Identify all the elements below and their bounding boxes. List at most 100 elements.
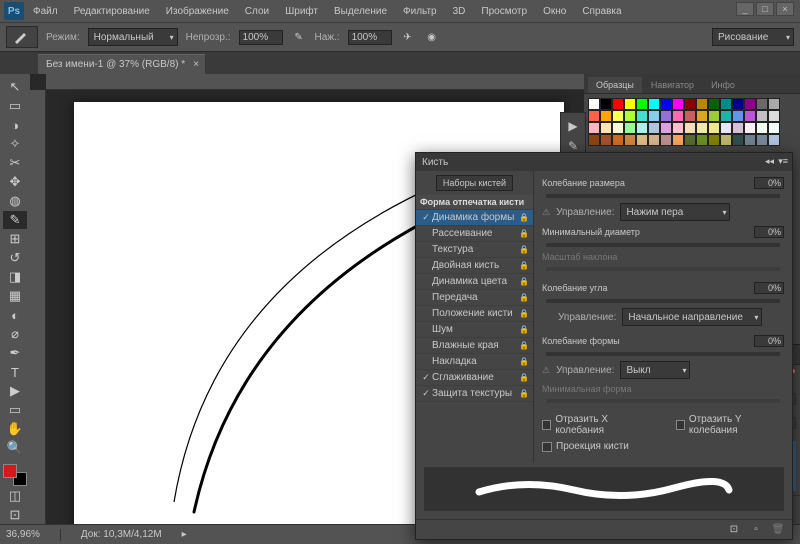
angle-jitter-slider[interactable] xyxy=(546,299,780,303)
toggle-preview-icon[interactable]: ⊡ xyxy=(726,522,742,538)
eraser-tool[interactable]: ◨ xyxy=(3,268,27,286)
pen-tool[interactable]: ✒ xyxy=(3,344,27,362)
gradient-tool[interactable]: ▦ xyxy=(3,287,27,305)
swatch[interactable] xyxy=(600,134,612,146)
swatch[interactable] xyxy=(768,134,780,146)
blur-tool[interactable]: ◐ xyxy=(3,306,27,324)
dodge-tool[interactable]: ⌀ xyxy=(3,325,27,343)
ruler-horizontal[interactable] xyxy=(46,74,584,90)
brush-setting-item[interactable]: ✓Сглаживание🔒 xyxy=(416,370,533,386)
brush-setting-item[interactable]: Рассеивание🔒 xyxy=(416,226,533,242)
swatch[interactable] xyxy=(768,110,780,122)
swatch[interactable] xyxy=(768,98,780,110)
swatch[interactable] xyxy=(756,134,768,146)
blend-mode-dropdown[interactable]: Нормальный xyxy=(88,28,178,46)
trash-icon[interactable]: 🗑 xyxy=(770,522,786,538)
flow-input[interactable]: 100% xyxy=(348,30,392,45)
screenmode-tool[interactable]: ⊡ xyxy=(3,506,27,524)
color-swatches[interactable] xyxy=(3,464,27,486)
hand-tool[interactable]: ✋ xyxy=(3,420,27,438)
swatch[interactable] xyxy=(720,134,732,146)
brush-tip-shape-header[interactable]: Форма отпечатка кисти xyxy=(416,195,533,210)
size-jitter-slider[interactable] xyxy=(546,194,780,198)
status-chevron-icon[interactable]: ▸ xyxy=(182,529,187,540)
swatch[interactable] xyxy=(660,122,672,134)
swatch[interactable] xyxy=(660,110,672,122)
swatch[interactable] xyxy=(636,110,648,122)
swatch[interactable] xyxy=(756,98,768,110)
swatch[interactable] xyxy=(624,98,636,110)
history-brush-tool[interactable]: ↺ xyxy=(3,249,27,267)
swatch[interactable] xyxy=(732,98,744,110)
menu-3d[interactable]: 3D xyxy=(446,3,473,20)
flip-x-checkbox[interactable]: Отразить X колебания xyxy=(542,414,651,436)
swatch[interactable] xyxy=(588,122,600,134)
roundness-jitter-value[interactable]: 0% xyxy=(754,335,784,347)
document-tab[interactable]: Без имени-1 @ 37% (RGB/8) * xyxy=(38,54,205,74)
swatch[interactable] xyxy=(588,98,600,110)
swatch[interactable] xyxy=(648,122,660,134)
swatch[interactable] xyxy=(744,110,756,122)
swatch[interactable] xyxy=(708,122,720,134)
maximize-button[interactable]: □ xyxy=(756,2,774,16)
min-diameter-value[interactable]: 0% xyxy=(754,226,784,238)
swatch[interactable] xyxy=(612,110,624,122)
swatch[interactable] xyxy=(708,110,720,122)
swatch[interactable] xyxy=(648,98,660,110)
swatch[interactable] xyxy=(672,110,684,122)
heal-tool[interactable]: ◍ xyxy=(3,192,27,210)
swatch[interactable] xyxy=(684,110,696,122)
brush-presets-button[interactable]: Наборы кистей xyxy=(436,175,513,191)
swatch[interactable] xyxy=(600,110,612,122)
swatch[interactable] xyxy=(720,122,732,134)
ruler-vertical[interactable] xyxy=(30,90,46,524)
menu-window[interactable]: Окно xyxy=(536,3,573,20)
swatch[interactable] xyxy=(684,122,696,134)
menu-layers[interactable]: Слои xyxy=(238,3,276,20)
swatch[interactable] xyxy=(744,122,756,134)
swatch[interactable] xyxy=(684,98,696,110)
swatch[interactable] xyxy=(588,110,600,122)
menu-edit[interactable]: Редактирование xyxy=(67,3,157,20)
airbrush-icon[interactable]: ✈ xyxy=(400,29,416,45)
swatch[interactable] xyxy=(684,134,696,146)
tab-info[interactable]: Инфо xyxy=(703,77,743,93)
swatch[interactable] xyxy=(600,122,612,134)
tab-navigator[interactable]: Навигатор xyxy=(643,77,702,93)
checkbox-icon[interactable]: ✓ xyxy=(420,388,432,399)
swatch[interactable] xyxy=(672,134,684,146)
brush-tool[interactable]: ✎ xyxy=(3,211,27,229)
doc-size[interactable]: Док: 10,3M/4,12M xyxy=(81,529,162,540)
swatch[interactable] xyxy=(744,98,756,110)
foreground-color[interactable] xyxy=(3,464,17,478)
brush-setting-item[interactable]: Текстура🔒 xyxy=(416,242,533,258)
zoom-tool[interactable]: 🔍 xyxy=(3,439,27,457)
checkbox-icon[interactable]: ✓ xyxy=(420,372,432,383)
brush-presets-icon[interactable]: ▶ xyxy=(563,117,583,135)
minimize-button[interactable]: _ xyxy=(736,2,754,16)
swatch[interactable] xyxy=(720,98,732,110)
brush-projection-checkbox[interactable]: Проекция кисти xyxy=(542,441,629,452)
menu-select[interactable]: Выделение xyxy=(327,3,394,20)
swatch[interactable] xyxy=(732,110,744,122)
angle-jitter-value[interactable]: 0% xyxy=(754,282,784,294)
close-button[interactable]: × xyxy=(776,2,794,16)
brush-setting-item[interactable]: ✓Защита текстуры🔒 xyxy=(416,386,533,402)
size-jitter-value[interactable]: 0% xyxy=(754,177,784,189)
stamp-tool[interactable]: ⊞ xyxy=(3,230,27,248)
swatch[interactable] xyxy=(624,122,636,134)
opacity-input[interactable]: 100% xyxy=(239,30,283,45)
brush-setting-item[interactable]: Влажные края🔒 xyxy=(416,338,533,354)
swatch[interactable] xyxy=(696,110,708,122)
swatch[interactable] xyxy=(612,122,624,134)
swatch[interactable] xyxy=(708,98,720,110)
swatch[interactable] xyxy=(624,134,636,146)
checkbox-icon[interactable]: ✓ xyxy=(420,212,432,223)
brush-setting-item[interactable]: Двойная кисть🔒 xyxy=(416,258,533,274)
wand-tool[interactable]: ✧ xyxy=(3,135,27,153)
brush-setting-item[interactable]: Накладка🔒 xyxy=(416,354,533,370)
menu-type[interactable]: Шрифт xyxy=(278,3,325,20)
swatch[interactable] xyxy=(636,122,648,134)
swatch[interactable] xyxy=(756,110,768,122)
menu-image[interactable]: Изображение xyxy=(159,3,236,20)
